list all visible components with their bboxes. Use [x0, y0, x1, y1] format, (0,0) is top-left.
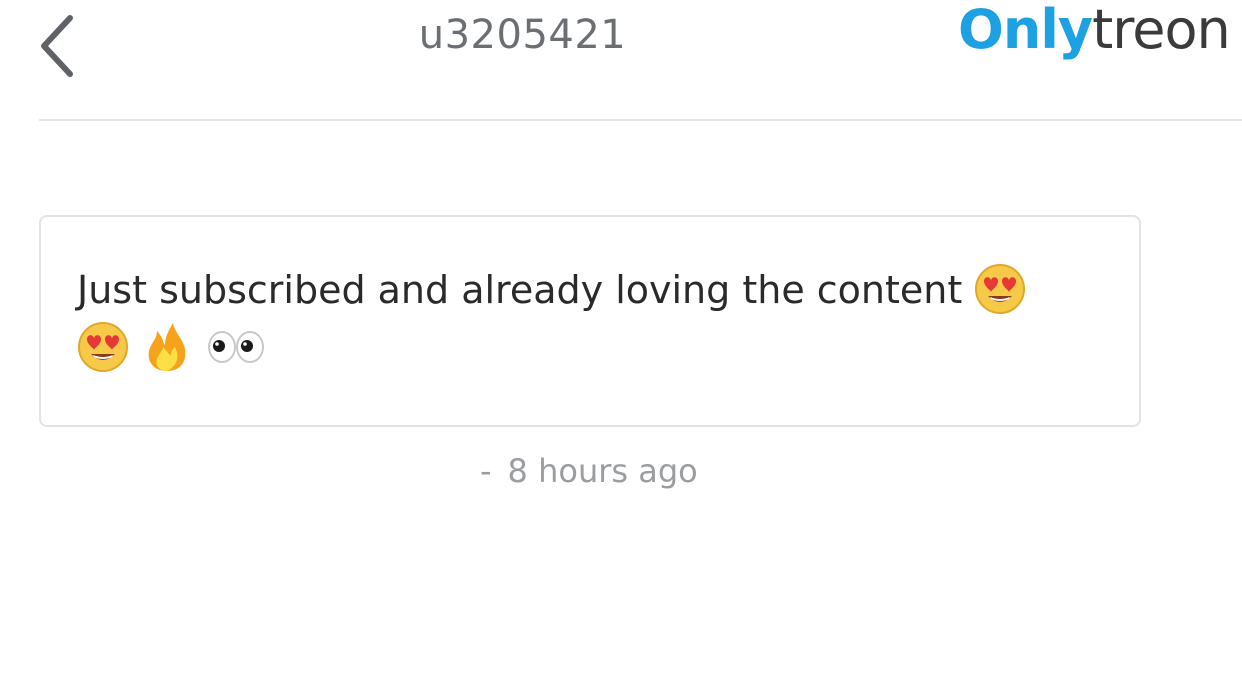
- header-divider: [39, 119, 1242, 121]
- logo-part-only: Only: [958, 0, 1093, 61]
- time-ago: 8 hours ago: [507, 452, 698, 490]
- heart-eyes-emoji-icon: [78, 321, 128, 372]
- page: u3205421 Onlytreon Just subscribed and a…: [0, 0, 1242, 694]
- message-body: Just subscribed and already loving the c…: [77, 261, 1117, 377]
- heart-eyes-emoji-icon: [975, 263, 1026, 314]
- logo-part-treon: treon: [1092, 0, 1231, 61]
- page-title: u3205421: [418, 12, 627, 58]
- eyes-emoji-icon: [208, 330, 265, 363]
- chevron-left-icon: [41, 15, 73, 77]
- back-button[interactable]: [30, 8, 90, 78]
- message-timestamp: -8 hours ago: [480, 452, 698, 490]
- message-text: Just subscribed and already loving the c…: [77, 268, 963, 312]
- header: u3205421 Onlytreon: [0, 0, 1242, 120]
- brand-logo[interactable]: Onlytreon: [958, 0, 1231, 61]
- fire-emoji-icon: [148, 322, 186, 371]
- timestamp-separator: -: [480, 452, 492, 490]
- message-card: Just subscribed and already loving the c…: [39, 215, 1141, 427]
